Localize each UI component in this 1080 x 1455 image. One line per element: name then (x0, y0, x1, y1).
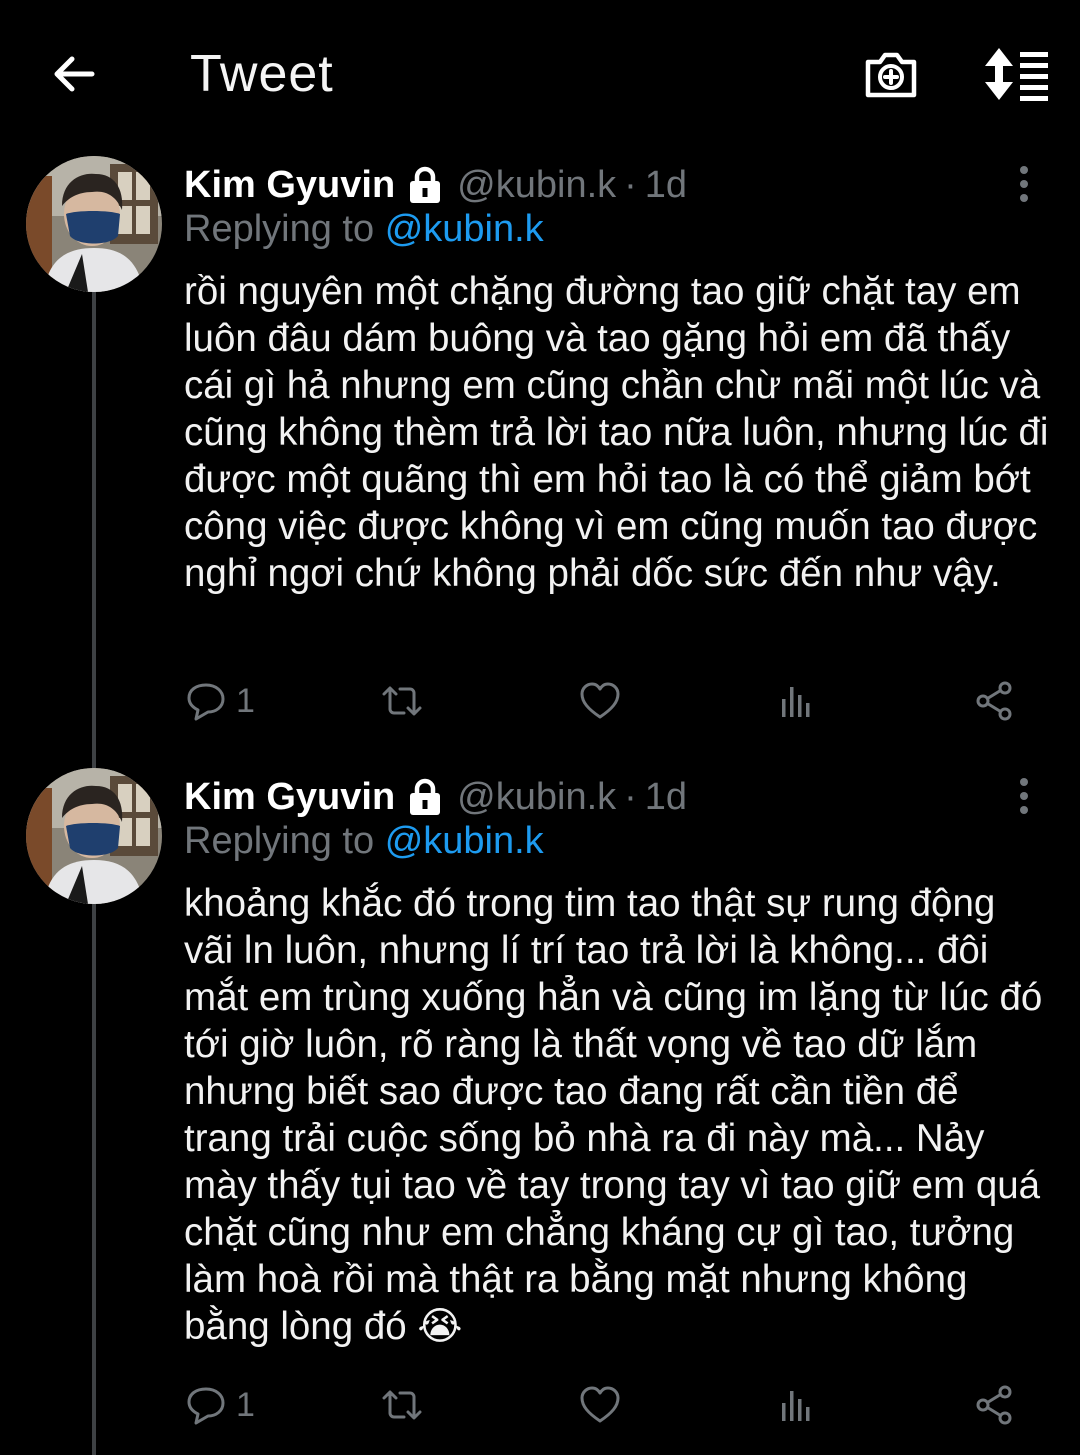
tweet-timestamp: 1d (644, 163, 688, 206)
replying-to-mention[interactable]: @kubin.k (385, 208, 544, 250)
heart-icon (580, 1386, 620, 1423)
author-handle[interactable]: @kubin.k (457, 776, 616, 819)
profile-photo (26, 156, 162, 292)
avatar[interactable] (26, 768, 162, 904)
more-vertical-icon (1020, 778, 1028, 814)
page-title: Tweet (190, 45, 334, 103)
replying-to-mention[interactable]: @kubin.k (385, 820, 544, 862)
bar-chart-icon (782, 687, 810, 717)
sort-button[interactable] (982, 46, 1052, 102)
replying-to: Replying to @kubin.k (184, 820, 544, 863)
retweet-icon (382, 1390, 422, 1420)
sort-list-icon (985, 48, 1048, 101)
bar-chart-icon (782, 1391, 810, 1421)
back-button[interactable] (48, 48, 100, 100)
reply-icon (187, 1387, 225, 1425)
like-button[interactable] (578, 1380, 622, 1430)
author-name[interactable]: Kim Gyuvin (184, 776, 395, 819)
tweet-header: Kim Gyuvin @kubin.k · 1d (184, 160, 687, 210)
share-button[interactable] (972, 1380, 1016, 1430)
meta-separator: · (624, 775, 637, 818)
heart-icon (580, 682, 620, 719)
profile-photo (26, 768, 162, 904)
tweet-thread-screen: Tweet Kim Gyuvin @kubin.k · 1d Replying … (0, 0, 1080, 1455)
camera-plus-icon (865, 52, 917, 98)
tweet[interactable]: Kim Gyuvin @kubin.k · 1d Replying to @ku… (0, 762, 1080, 1455)
reply-button[interactable]: 1 (184, 676, 255, 726)
tweet-header: Kim Gyuvin @kubin.k · 1d (184, 772, 687, 822)
analytics-button[interactable] (776, 1380, 820, 1430)
top-app-bar: Tweet (0, 0, 1080, 150)
tweet-actions: 1 (184, 676, 1024, 726)
tweet-text: rồi nguyên một chặng đường tao giữ chặt … (184, 270, 1049, 595)
arrow-left-icon (54, 56, 95, 92)
camera-button[interactable] (862, 46, 920, 102)
share-icon (976, 1385, 1012, 1425)
more-vertical-icon (1020, 166, 1028, 202)
replying-to-label: Replying to (184, 820, 375, 862)
more-options-button[interactable] (1004, 776, 1044, 816)
analytics-button[interactable] (776, 676, 820, 726)
retweet-button[interactable] (380, 676, 424, 726)
retweet-button[interactable] (380, 1380, 424, 1430)
tweet-timestamp: 1d (644, 775, 688, 818)
author-handle[interactable]: @kubin.k (457, 164, 616, 207)
reply-icon (187, 683, 225, 721)
share-button[interactable] (972, 676, 1016, 726)
tweet-actions: 1 (184, 1380, 1024, 1430)
author-name[interactable]: Kim Gyuvin (184, 164, 395, 207)
tweet-text: khoảng khắc đó trong tim tao thật sự run… (184, 882, 1043, 1348)
lock-icon (410, 166, 441, 203)
replying-to: Replying to @kubin.k (184, 208, 544, 251)
like-button[interactable] (578, 676, 622, 726)
reply-count: 1 (236, 681, 255, 720)
retweet-icon (382, 686, 422, 716)
reply-count: 1 (236, 1385, 255, 1424)
replying-to-label: Replying to (184, 208, 375, 250)
lock-icon (410, 778, 441, 815)
avatar[interactable] (26, 156, 162, 292)
meta-separator: · (624, 163, 637, 206)
reply-button[interactable]: 1 (184, 1380, 255, 1430)
tweet[interactable]: Kim Gyuvin @kubin.k · 1d Replying to @ku… (0, 150, 1080, 750)
share-icon (976, 681, 1012, 721)
more-options-button[interactable] (1004, 164, 1044, 204)
